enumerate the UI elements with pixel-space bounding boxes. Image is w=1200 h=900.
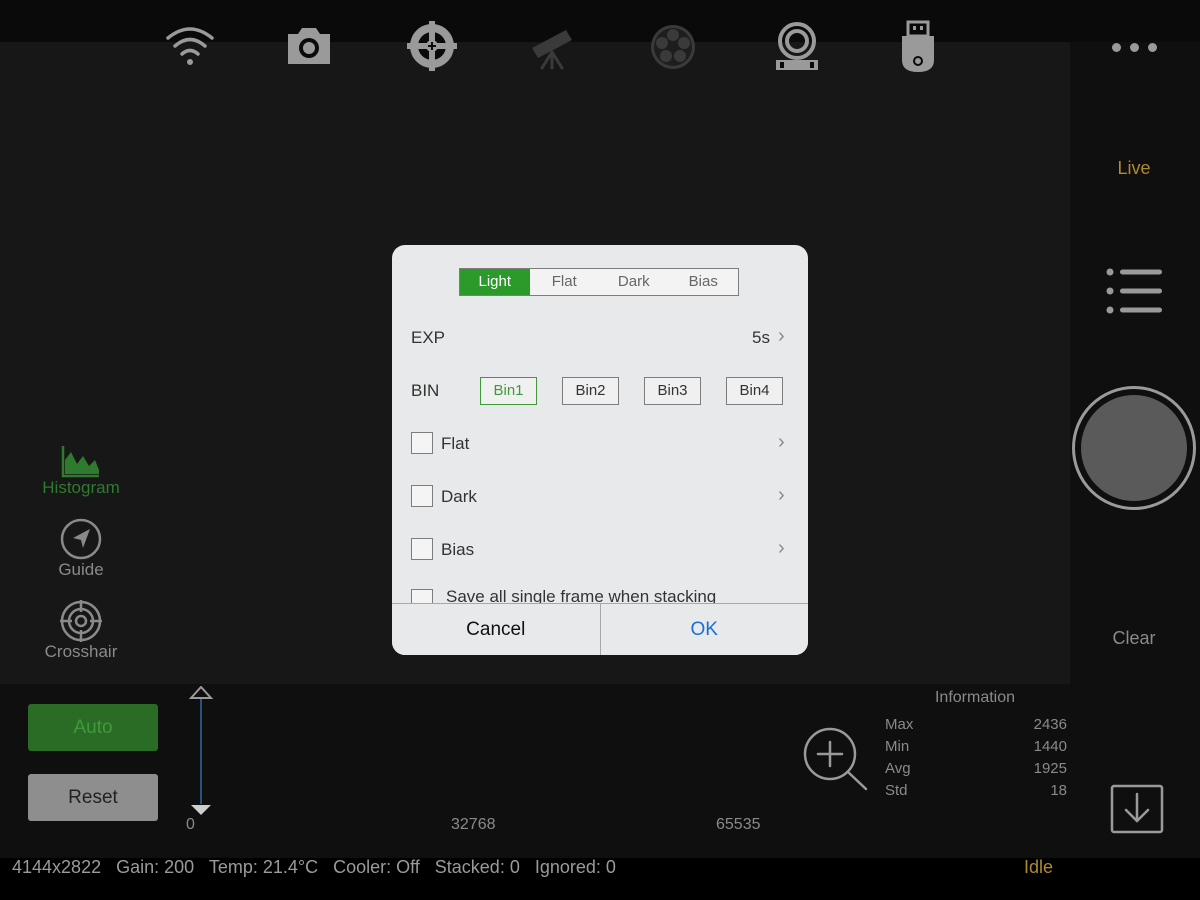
shutter-button[interactable] (1072, 386, 1196, 510)
information-title: Information (934, 689, 1016, 706)
save-single-frame-checkbox[interactable] (411, 589, 433, 604)
flat-label: Flat (441, 434, 470, 453)
histogram-tool[interactable]: Histogram (30, 434, 132, 498)
clear-button[interactable]: Clear (1100, 628, 1168, 649)
histogram-label: Histogram (42, 478, 120, 497)
dark-chevron-icon[interactable]: › (778, 484, 785, 507)
save-single-frame-label: Save all single frame when stacking (446, 589, 717, 604)
capture-state: Idle (1024, 857, 1054, 877)
guide-tool[interactable]: Guide (30, 516, 132, 580)
usb-storage-icon[interactable] (898, 20, 938, 74)
cancel-button[interactable]: Cancel (392, 604, 601, 655)
more-icon[interactable] (1110, 40, 1160, 54)
frame-type-selector: Light Flat Dark Bias (459, 268, 739, 296)
list-icon[interactable] (1104, 266, 1164, 321)
camera-status-text: 4144x2822 Gain: 200 Temp: 21.4°C Cooler:… (12, 857, 616, 877)
frame-type-light[interactable]: Light (460, 269, 530, 295)
telescope-icon[interactable] (528, 22, 576, 70)
crosshair-label: Crosshair (44, 642, 118, 661)
flat-checkbox[interactable] (411, 432, 433, 454)
zoom-in-icon[interactable] (800, 726, 870, 797)
guide-label: Guide (58, 560, 104, 579)
bin2-button[interactable]: Bin2 (562, 377, 619, 405)
flat-chevron-icon[interactable]: › (778, 431, 785, 454)
dark-label: Dark (441, 487, 477, 506)
save-single-frame-row: Save all single frame when stacking (411, 589, 791, 604)
bias-chevron-icon[interactable]: › (778, 537, 785, 560)
bin3-button[interactable]: Bin3 (644, 377, 701, 405)
auto-stretch-button[interactable]: Auto (28, 704, 158, 751)
live-toggle[interactable]: Live (1100, 158, 1168, 179)
exposure-label: EXP (411, 328, 446, 347)
shutter-button-inner (1081, 395, 1187, 501)
focuser-icon[interactable] (772, 20, 822, 72)
bin4-button[interactable]: Bin4 (726, 377, 783, 405)
frame-type-flat[interactable]: Flat (530, 269, 600, 295)
crosshair-tool[interactable]: Crosshair (30, 598, 132, 662)
histogram-tick-2: 65535 (716, 816, 761, 833)
histogram-icon (61, 446, 99, 478)
filter-wheel-icon[interactable] (648, 22, 698, 72)
histogram-tick-1: 32768 (451, 816, 496, 833)
ok-button[interactable]: OK (601, 604, 809, 655)
camera-icon[interactable] (284, 24, 334, 66)
frame-type-dark[interactable]: Dark (599, 269, 669, 295)
frame-type-bias[interactable]: Bias (669, 269, 739, 295)
dark-checkbox[interactable] (411, 485, 433, 507)
wifi-icon[interactable] (164, 22, 216, 66)
bin1-button[interactable]: Bin1 (480, 377, 537, 405)
exposure-chevron-icon[interactable]: › (778, 325, 785, 348)
bias-checkbox[interactable] (411, 538, 433, 560)
guide-icon (60, 518, 102, 560)
histogram-slider[interactable] (188, 685, 214, 816)
histogram-tick-0: 0 (186, 816, 195, 833)
dialog-footer: Cancel OK (392, 603, 808, 655)
mount-icon[interactable] (407, 21, 457, 71)
exposure-value[interactable]: 5s (742, 328, 770, 348)
reset-stretch-button[interactable]: Reset (28, 774, 158, 821)
crosshair-icon (60, 600, 102, 642)
capture-settings-dialog: Light Flat Dark Bias EXP 5s › BIN Bin1 B… (392, 245, 808, 655)
download-icon[interactable] (1110, 784, 1164, 839)
bin-label: BIN (411, 381, 440, 400)
bias-label: Bias (441, 540, 475, 559)
